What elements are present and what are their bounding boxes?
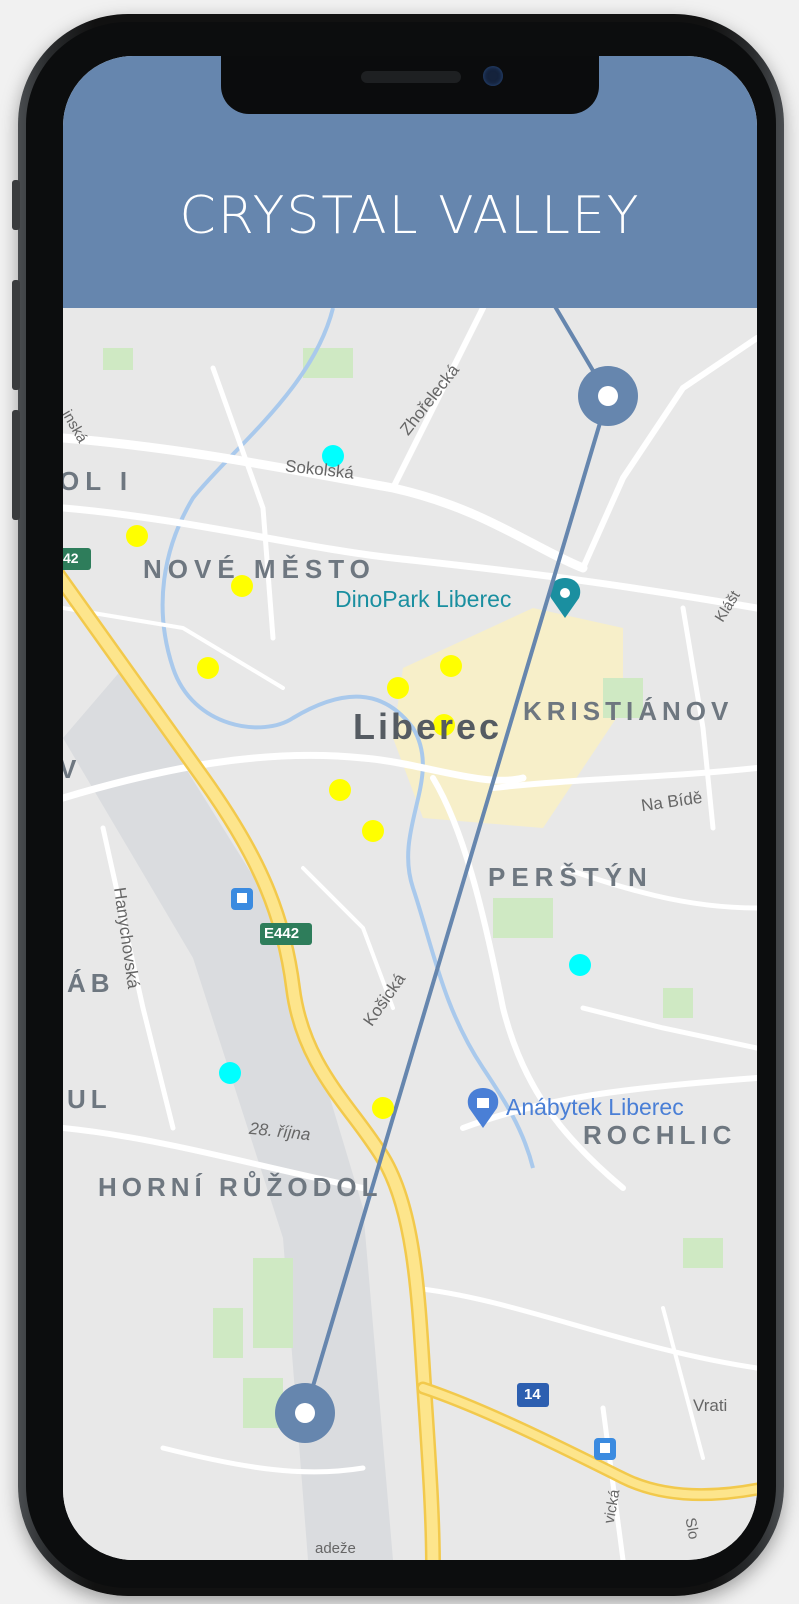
city-label: Liberec — [353, 706, 503, 747]
road-shield-14: 14 — [524, 1386, 541, 1403]
volume-down-button — [12, 410, 20, 520]
volume-up-button — [12, 280, 20, 390]
district-label: PERŠTÝN — [488, 862, 653, 892]
street-label: Vrati — [693, 1396, 728, 1415]
poi-label-anabytek[interactable]: Anábytek Liberec — [506, 1094, 684, 1121]
street-label: adeže — [315, 1540, 356, 1557]
district-label: OL I — [63, 466, 134, 496]
speaker-grille — [361, 71, 461, 83]
road-shield-e442: E442 — [264, 925, 300, 942]
district-label: V — [63, 754, 77, 784]
app-title: CRYSTAL VALLEY — [179, 186, 641, 246]
train-station-icon — [594, 1438, 616, 1460]
district-label: ROCHLIC — [583, 1120, 737, 1150]
train-station-icon — [231, 888, 253, 910]
route-start-marker — [578, 366, 638, 426]
poi-label-dinopark[interactable]: DinoPark Liberec — [335, 586, 511, 613]
road-shield-e442: 42 — [63, 550, 79, 566]
district-label: HORNÍ RŮŽODOL — [98, 1172, 383, 1202]
map-base — [63, 308, 757, 1560]
mute-switch — [12, 180, 20, 230]
street-label: Slo — [681, 1516, 703, 1541]
route-end-marker — [275, 1383, 335, 1443]
district-label: KRISTIÁNOV — [523, 696, 734, 726]
district-label: UL — [67, 1084, 112, 1114]
front-camera-icon — [483, 66, 503, 86]
phone-screen: CRYSTAL VALLEY 42 E442 14 NOVÉ MĚSTO Lib… — [63, 56, 757, 1560]
district-label: NOVÉ MĚSTO — [143, 554, 376, 584]
map-view[interactable]: 42 E442 14 NOVÉ MĚSTO Liberec KRISTIÁNOV… — [63, 308, 757, 1560]
phone-notch — [221, 56, 599, 114]
district-label: ÁB — [67, 968, 115, 998]
